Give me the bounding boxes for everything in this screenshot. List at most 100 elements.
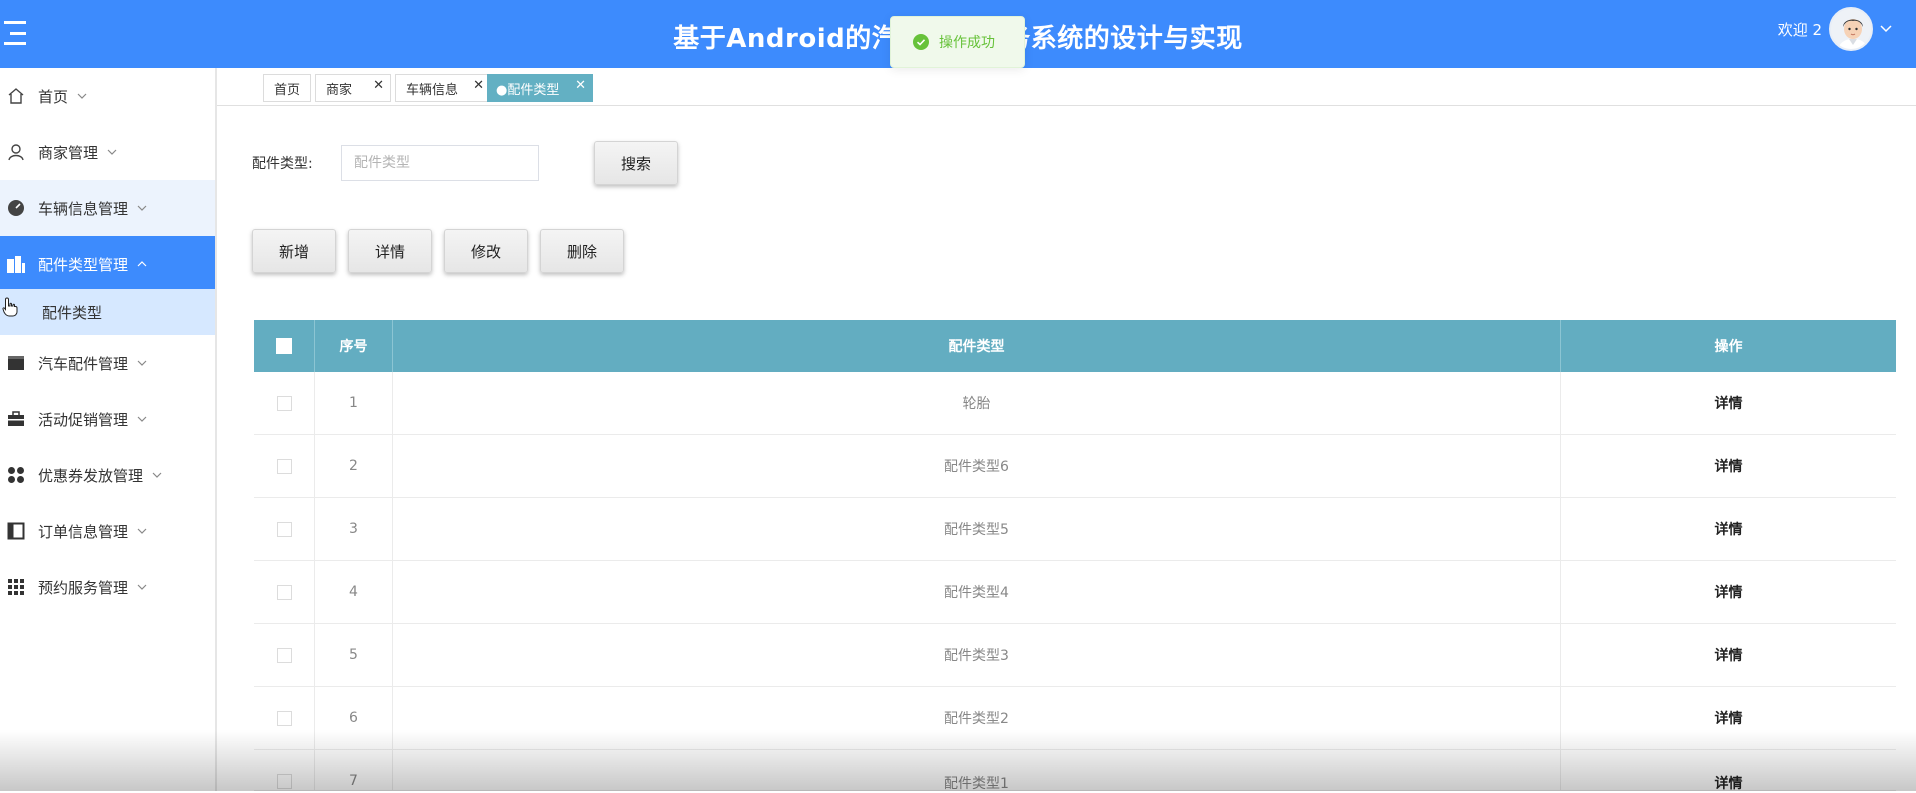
chevron-down-icon — [136, 413, 148, 425]
table-row: 4 配件类型4 详情 — [254, 561, 1896, 624]
row-detail-link[interactable]: 详情 — [1715, 519, 1743, 539]
card-icon — [6, 353, 26, 373]
table-header: 序号 配件类型 操作 — [254, 320, 1896, 372]
row-index: 5 — [315, 624, 393, 686]
row-checkbox[interactable] — [276, 521, 292, 537]
chevron-down-icon — [76, 90, 88, 102]
column-header: 操作 — [1714, 339, 1743, 355]
briefcase-icon — [6, 409, 26, 429]
search-button[interactable]: 搜索 — [594, 141, 678, 185]
chevron-down-icon — [136, 525, 148, 537]
tab-parts-type[interactable]: ●配件类型 ✕ — [487, 74, 593, 102]
table-row: 3 配件类型5 详情 — [254, 498, 1896, 561]
sidebar-item-label: 汽车配件管理 — [38, 354, 129, 373]
sidebar: 首页 商家管理 车辆信息管理 配件类型管理 配件类型 汽车配件管理 活动促销管理… — [0, 68, 217, 791]
row-index: 1 — [315, 372, 393, 434]
close-icon[interactable]: ✕ — [373, 78, 384, 93]
chevron-down-icon — [151, 469, 163, 481]
detail-button[interactable]: 详情 — [348, 229, 432, 273]
user-icon — [6, 142, 26, 162]
sidebar-item-label: 预约服务管理 — [38, 578, 129, 597]
chevron-up-icon — [136, 258, 148, 270]
row-detail-link[interactable]: 详情 — [1715, 773, 1743, 793]
row-checkbox[interactable] — [276, 584, 292, 600]
sidebar-item-appointment[interactable]: 预约服务管理 — [0, 559, 215, 615]
panel-icon — [6, 521, 26, 541]
row-detail-link[interactable]: 详情 — [1715, 393, 1743, 413]
dashboard-icon — [6, 198, 26, 218]
home-icon — [6, 86, 26, 106]
row-checkbox[interactable] — [276, 458, 292, 474]
row-index: 7 — [315, 750, 393, 790]
close-icon[interactable]: ✕ — [575, 78, 586, 93]
building-icon — [6, 254, 26, 274]
apps-icon — [6, 577, 26, 597]
chevron-down-icon — [136, 202, 148, 214]
row-checkbox[interactable] — [276, 710, 292, 726]
table-row: 2 配件类型6 详情 — [254, 435, 1896, 498]
sidebar-item-label: 车辆信息管理 — [38, 199, 129, 218]
add-button[interactable]: 新增 — [252, 229, 336, 273]
tab-vehicle[interactable]: 车辆信息 ✕ — [395, 74, 491, 102]
table-row: 7 配件类型1 详情 — [254, 750, 1896, 793]
check-circle-icon — [913, 34, 929, 50]
chevron-down-icon — [136, 581, 148, 593]
column-header: 序号 — [315, 320, 393, 372]
row-checkbox[interactable] — [276, 774, 292, 789]
row-index: 6 — [315, 687, 393, 749]
row-detail-link[interactable]: 详情 — [1715, 645, 1743, 665]
row-detail-link[interactable]: 详情 — [1715, 456, 1743, 476]
sidebar-item-vehicle[interactable]: 车辆信息管理 — [0, 180, 215, 236]
sidebar-item-coupon[interactable]: 优惠券发放管理 — [0, 447, 215, 503]
edit-button[interactable]: 修改 — [444, 229, 528, 273]
delete-button[interactable]: 删除 — [540, 229, 624, 273]
row-checkbox[interactable] — [276, 395, 292, 411]
avatar[interactable] — [1829, 7, 1873, 51]
row-checkbox[interactable] — [276, 647, 292, 663]
hand-cursor-icon — [2, 297, 18, 321]
tab-home[interactable]: 首页 — [263, 74, 311, 102]
success-toast: 操作成功 — [890, 16, 1025, 68]
row-type: 配件类型2 — [393, 687, 1561, 749]
sidebar-item-label: 商家管理 — [38, 143, 99, 162]
row-index: 2 — [315, 435, 393, 497]
sidebar-item-merchant[interactable]: 商家管理 — [0, 124, 215, 180]
row-type: 轮胎 — [393, 372, 1561, 434]
sidebar-item-label: 活动促销管理 — [38, 410, 129, 429]
search-input[interactable] — [341, 145, 539, 181]
search-label: 配件类型: — [252, 156, 313, 172]
tab-merchant[interactable]: 商家 ✕ — [315, 74, 391, 102]
chevron-down-icon[interactable] — [1879, 20, 1893, 39]
sidebar-subitem-parts-type[interactable]: 配件类型 — [0, 289, 215, 335]
sidebar-item-label: 优惠券发放管理 — [38, 466, 144, 485]
row-index: 4 — [315, 561, 393, 623]
grid-circles-icon — [6, 465, 26, 485]
sidebar-item-parts-type[interactable]: 配件类型管理 — [0, 236, 215, 292]
sidebar-item-home[interactable]: 首页 — [0, 68, 215, 124]
select-all-checkbox[interactable] — [276, 338, 292, 354]
toast-message: 操作成功 — [939, 35, 995, 51]
sidebar-item-promotion[interactable]: 活动促销管理 — [0, 391, 215, 447]
row-index: 3 — [315, 498, 393, 560]
row-type: 配件类型1 — [393, 750, 1561, 792]
row-type: 配件类型6 — [393, 435, 1561, 497]
sidebar-item-order[interactable]: 订单信息管理 — [0, 503, 215, 559]
welcome-text: 欢迎 2 — [1777, 21, 1822, 39]
row-type: 配件类型4 — [393, 561, 1561, 623]
table-row: 6 配件类型2 详情 — [254, 687, 1896, 750]
sidebar-item-auto-parts[interactable]: 汽车配件管理 — [0, 335, 215, 391]
chevron-down-icon — [106, 146, 118, 158]
row-type: 配件类型5 — [393, 498, 1561, 560]
row-detail-link[interactable]: 详情 — [1715, 582, 1743, 602]
table-row: 1 轮胎 详情 — [254, 372, 1896, 435]
sidebar-item-label: 首页 — [38, 87, 69, 106]
table-row: 5 配件类型3 详情 — [254, 624, 1896, 687]
row-detail-link[interactable]: 详情 — [1715, 708, 1743, 728]
tab-bar: 首页 商家 ✕ 车辆信息 ✕ ●配件类型 ✕ — [217, 68, 1916, 106]
column-header: 配件类型 — [393, 320, 1561, 372]
close-icon[interactable]: ✕ — [473, 78, 484, 93]
sidebar-item-label: 订单信息管理 — [38, 522, 129, 541]
chevron-down-icon — [136, 357, 148, 369]
sidebar-item-label: 配件类型管理 — [38, 255, 129, 274]
row-type: 配件类型3 — [393, 624, 1561, 686]
